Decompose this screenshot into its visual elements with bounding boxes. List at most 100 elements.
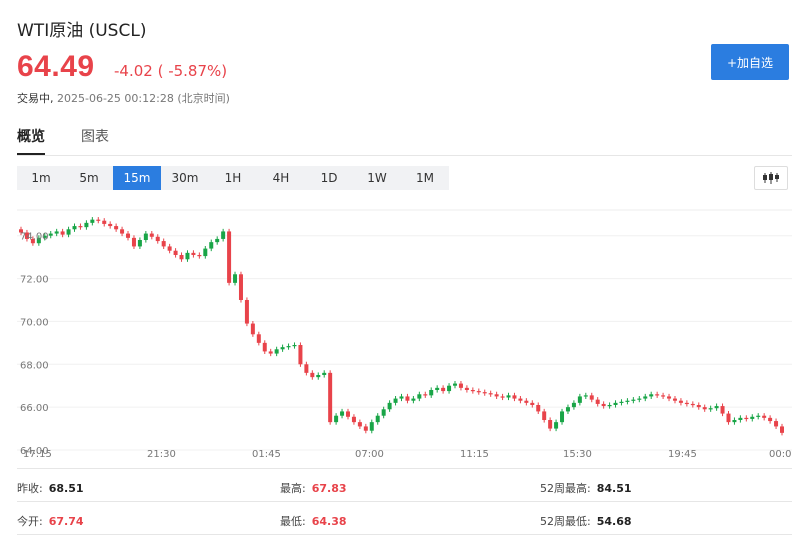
- candle-body: [780, 426, 784, 433]
- stat-value: 67.83: [311, 482, 347, 495]
- tab-overview[interactable]: 概览: [17, 126, 45, 146]
- candle: [524, 398, 529, 406]
- stat-label: 昨收:: [17, 482, 43, 495]
- candle: [619, 399, 624, 406]
- candle-body: [143, 233, 148, 240]
- candle: [72, 223, 77, 232]
- x-tick-label: 07:00: [355, 449, 384, 460]
- price-chart[interactable]: 74.0072.0070.0068.0066.0064.00 17:15 21:3…: [17, 200, 792, 462]
- candlestick-icon: [763, 172, 779, 184]
- interval-1h[interactable]: 1H: [209, 166, 257, 190]
- candle-body: [131, 237, 136, 247]
- candle: [292, 342, 297, 349]
- candle-body: [512, 395, 517, 399]
- candle-body: [244, 300, 249, 324]
- candle: [238, 271, 243, 303]
- candle: [762, 413, 767, 421]
- candle: [417, 391, 422, 402]
- candle-body: [619, 401, 624, 403]
- stat-open: 今开: 67.74: [17, 513, 84, 529]
- candle-body: [565, 407, 570, 412]
- candle-body: [102, 220, 107, 224]
- candle: [345, 408, 350, 420]
- candle: [298, 342, 303, 367]
- candle: [209, 239, 214, 252]
- candle-body: [494, 394, 499, 397]
- candle-body: [203, 248, 208, 257]
- candle-body: [631, 399, 636, 401]
- candle-body: [506, 395, 511, 398]
- trading-status: 交易中, 2025-06-25 00:12:28 (北京时间): [17, 90, 230, 106]
- candle-body: [375, 415, 380, 423]
- candle-body: [316, 375, 321, 378]
- candle: [304, 361, 309, 376]
- interval-1d[interactable]: 1D: [305, 166, 353, 190]
- candle: [768, 415, 773, 424]
- candle-body: [684, 402, 689, 405]
- candle: [179, 252, 184, 262]
- candle-body: [351, 416, 356, 423]
- candle-body: [78, 226, 83, 228]
- interval-1w[interactable]: 1W: [353, 166, 401, 190]
- candle: [310, 370, 315, 380]
- candle-body: [536, 405, 541, 412]
- candle-body: [500, 396, 505, 398]
- candle: [108, 221, 113, 229]
- candle-body: [161, 241, 166, 247]
- candle: [54, 228, 59, 237]
- candle-body: [649, 394, 654, 397]
- candle-body: [108, 223, 113, 227]
- candle: [197, 252, 202, 259]
- tab-chart[interactable]: 图表: [81, 126, 109, 146]
- candle-body: [167, 246, 172, 251]
- candle-body: [530, 402, 535, 405]
- candle-body: [732, 420, 737, 423]
- candle-body: [209, 242, 214, 249]
- candle-body: [72, 226, 77, 230]
- interval-15m[interactable]: 15m: [113, 166, 161, 190]
- candle: [280, 344, 285, 352]
- x-tick-label: 15:30: [563, 449, 592, 460]
- candle: [256, 331, 261, 346]
- candle-body: [215, 238, 220, 243]
- interval-1m[interactable]: 1m: [17, 166, 65, 190]
- candle-body: [637, 398, 642, 400]
- y-tick-label: 68.00: [20, 360, 49, 371]
- add-to-watchlist-button[interactable]: +加自选: [711, 44, 789, 80]
- candle-body: [66, 229, 71, 235]
- candle-body: [363, 426, 368, 431]
- tabs-divider: [17, 155, 792, 156]
- candle: [173, 248, 178, 258]
- candle: [655, 391, 660, 398]
- stat-value: 84.51: [596, 482, 632, 495]
- interval-30m[interactable]: 30m: [161, 166, 209, 190]
- candle-body: [595, 399, 600, 404]
- candle: [577, 393, 582, 406]
- candle-body: [173, 250, 178, 255]
- candle: [714, 403, 719, 411]
- candle-body: [345, 411, 350, 417]
- candle-body: [387, 402, 392, 410]
- candle-body: [256, 334, 261, 343]
- candle: [250, 321, 255, 337]
- candle-body: [482, 392, 487, 394]
- chart-type-button[interactable]: [754, 166, 788, 190]
- x-tick-label: 21:30: [147, 449, 176, 460]
- price-change: -4.02 ( -5.87%): [114, 62, 228, 80]
- candle-body: [227, 231, 232, 283]
- interval-5m[interactable]: 5m: [65, 166, 113, 190]
- candle-body: [607, 405, 612, 407]
- candle: [678, 398, 683, 406]
- interval-4h[interactable]: 4H: [257, 166, 305, 190]
- interval-1m[interactable]: 1M: [401, 166, 449, 190]
- candle: [720, 403, 725, 417]
- candle-body: [476, 391, 481, 393]
- candle: [131, 235, 136, 249]
- candle-body: [655, 394, 660, 396]
- stats-divider-top: [17, 468, 792, 469]
- candle: [684, 400, 689, 407]
- candle: [411, 396, 416, 404]
- candle: [488, 390, 493, 397]
- candle-body: [60, 231, 65, 235]
- candle-body: [470, 390, 475, 392]
